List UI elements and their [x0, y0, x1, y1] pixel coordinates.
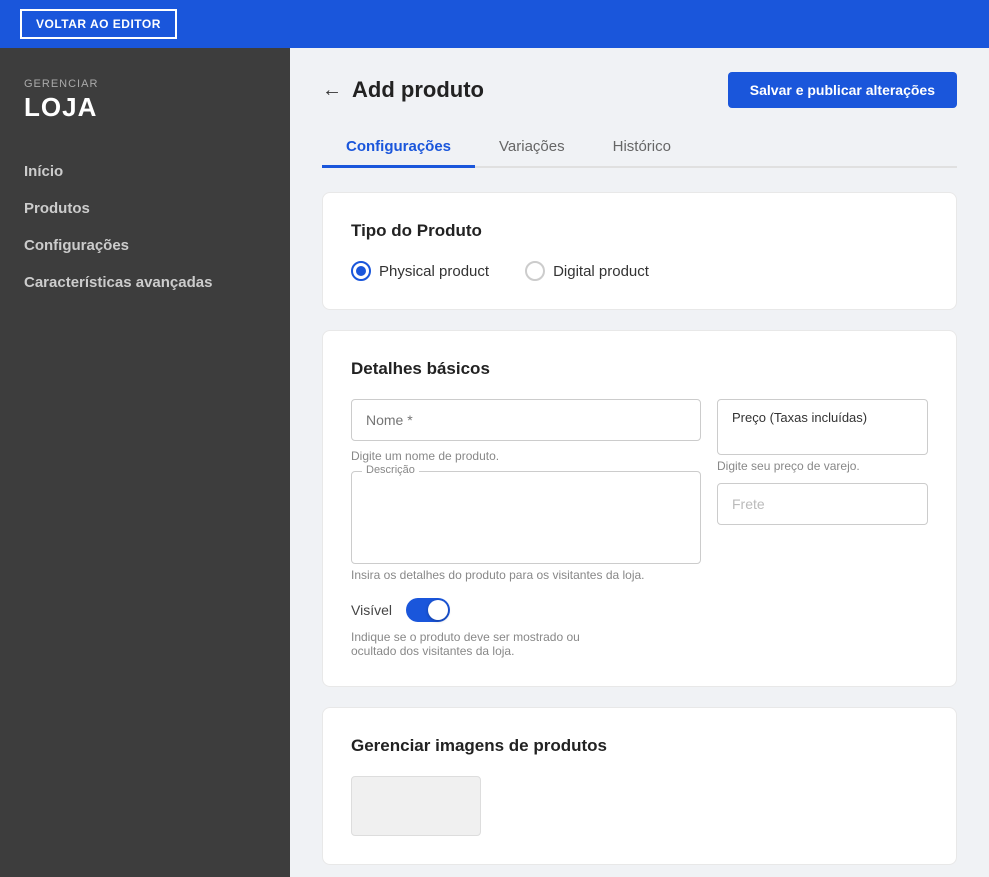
- frete-input-group: [717, 483, 928, 525]
- radio-digital-label: Digital product: [553, 263, 649, 280]
- content-header: ← Add produto Salvar e publicar alteraçõ…: [322, 72, 957, 108]
- toggle-knob: [428, 600, 448, 620]
- radio-digital-product[interactable]: Digital product: [525, 261, 649, 281]
- price-input-group: Preço (Taxas incluídas) Digite seu preço…: [717, 399, 928, 473]
- description-fieldset: Descrição: [351, 471, 701, 564]
- details-row: Digite um nome de produto. Descrição Ins…: [351, 399, 928, 658]
- page-title: Add produto: [352, 77, 484, 103]
- back-arrow-icon[interactable]: ←: [322, 79, 342, 102]
- price-helper: Digite seu preço de varejo.: [717, 459, 928, 473]
- content-header-left: ← Add produto: [322, 77, 484, 103]
- content-area: ← Add produto Salvar e publicar alteraçõ…: [290, 48, 989, 877]
- radio-physical-circle: [351, 261, 371, 281]
- radio-physical-product[interactable]: Physical product: [351, 261, 489, 281]
- radio-physical-label: Physical product: [379, 263, 489, 280]
- frete-input[interactable]: [717, 483, 928, 525]
- sidebar-item-inicio[interactable]: Início: [24, 153, 266, 190]
- top-bar: VOLTAR AO EDITOR: [0, 0, 989, 48]
- description-textarea[interactable]: [364, 480, 688, 550]
- sidebar-item-produtos[interactable]: Produtos: [24, 190, 266, 227]
- product-name-input[interactable]: [351, 399, 701, 441]
- images-card: Gerenciar imagens de produtos: [322, 707, 957, 865]
- details-left: Digite um nome de produto. Descrição Ins…: [351, 399, 701, 658]
- sidebar-nav: Início Produtos Configurações Caracterís…: [24, 153, 266, 301]
- main-layout: GERENCIAR LOJA Início Produtos Configura…: [0, 48, 989, 877]
- basic-details-title: Detalhes básicos: [351, 359, 928, 379]
- product-type-options: Physical product Digital product: [351, 261, 928, 281]
- tabs-container: Configurações Variações Histórico: [322, 128, 957, 168]
- product-type-card: Tipo do Produto Physical product Digital…: [322, 192, 957, 310]
- image-placeholder: [351, 776, 481, 836]
- description-legend: Descrição: [362, 464, 419, 476]
- sidebar-item-configuracoes[interactable]: Configurações: [24, 227, 266, 264]
- sidebar: GERENCIAR LOJA Início Produtos Configura…: [0, 48, 290, 877]
- images-placeholder-row: [351, 776, 928, 836]
- description-helper: Insira os detalhes do produto para os vi…: [351, 568, 701, 582]
- manage-label: GERENCIAR: [24, 78, 266, 90]
- visible-row: Visível: [351, 598, 701, 622]
- sidebar-item-avancadas[interactable]: Características avançadas: [24, 264, 266, 301]
- tab-historico[interactable]: Histórico: [589, 128, 695, 168]
- tab-configuracoes[interactable]: Configurações: [322, 128, 475, 168]
- radio-digital-circle: [525, 261, 545, 281]
- details-right: Preço (Taxas incluídas) Digite seu preço…: [717, 399, 928, 658]
- basic-details-card: Detalhes básicos Digite um nome de produ…: [322, 330, 957, 687]
- images-card-title: Gerenciar imagens de produtos: [351, 736, 928, 756]
- back-to-editor-button[interactable]: VOLTAR AO EDITOR: [20, 9, 177, 39]
- name-helper: Digite um nome de produto.: [351, 449, 701, 463]
- visible-hint: Indique se o produto deve ser mostrado o…: [351, 630, 611, 658]
- price-box: Preço (Taxas incluídas): [717, 399, 928, 455]
- store-label: LOJA: [24, 92, 266, 123]
- save-publish-button[interactable]: Salvar e publicar alterações: [728, 72, 957, 108]
- tab-variacoes[interactable]: Variações: [475, 128, 589, 168]
- price-box-label: Preço (Taxas incluídas): [732, 410, 913, 425]
- product-type-title: Tipo do Produto: [351, 221, 928, 241]
- visible-toggle[interactable]: [406, 598, 450, 622]
- visible-label: Visível: [351, 602, 392, 618]
